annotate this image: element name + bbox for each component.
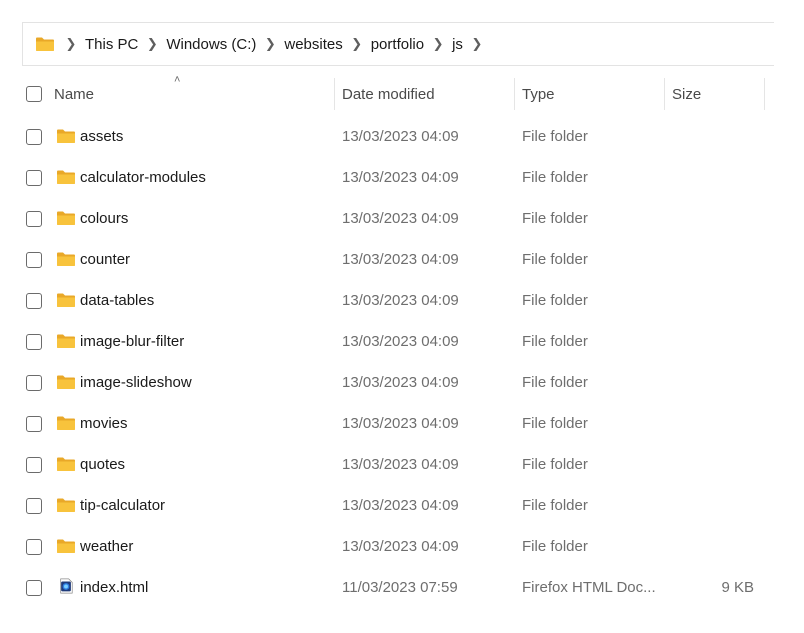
chevron-right-icon[interactable]: ❯ bbox=[428, 36, 448, 52]
row-checkbox[interactable] bbox=[26, 539, 42, 555]
file-type: File folder bbox=[522, 292, 588, 309]
folder-icon bbox=[57, 334, 75, 348]
file-type: File folder bbox=[522, 251, 588, 268]
row-checkbox[interactable] bbox=[26, 170, 42, 186]
file-name[interactable]: assets bbox=[80, 128, 123, 145]
breadcrumb-windows-c[interactable]: Windows (C:) bbox=[162, 36, 260, 53]
column-divider[interactable] bbox=[664, 78, 665, 110]
file-name[interactable]: image-slideshow bbox=[80, 374, 192, 391]
folder-icon bbox=[57, 498, 75, 512]
table-row[interactable]: movies 13/03/2023 04:09 File folder bbox=[22, 403, 782, 444]
row-checkbox[interactable] bbox=[26, 334, 42, 350]
folder-icon bbox=[57, 375, 75, 389]
row-checkbox[interactable] bbox=[26, 211, 42, 227]
breadcrumb-websites[interactable]: websites bbox=[280, 36, 346, 53]
row-checkbox[interactable] bbox=[26, 580, 42, 596]
table-row[interactable]: tip-calculator 13/03/2023 04:09 File fol… bbox=[22, 485, 782, 526]
row-checkbox[interactable] bbox=[26, 293, 42, 309]
file-name[interactable]: colours bbox=[80, 210, 128, 227]
file-date-modified: 13/03/2023 04:09 bbox=[342, 538, 459, 555]
file-name[interactable]: quotes bbox=[80, 456, 125, 473]
table-row[interactable]: weather 13/03/2023 04:09 File folder bbox=[22, 526, 782, 567]
row-checkbox[interactable] bbox=[26, 416, 42, 432]
folder-icon bbox=[57, 293, 75, 307]
table-row[interactable]: data-tables 13/03/2023 04:09 File folder bbox=[22, 280, 782, 321]
table-row[interactable]: index.html 11/03/2023 07:59 Firefox HTML… bbox=[22, 567, 782, 608]
html-file-icon bbox=[60, 578, 73, 594]
address-bar[interactable]: ❯ This PC ❯ Windows (C:) ❯ websites ❯ po… bbox=[22, 22, 774, 66]
file-explorer: ❯ This PC ❯ Windows (C:) ❯ websites ❯ po… bbox=[0, 0, 804, 633]
folder-icon bbox=[57, 539, 75, 553]
file-date-modified: 13/03/2023 04:09 bbox=[342, 169, 459, 186]
folder-icon bbox=[57, 170, 75, 184]
column-divider[interactable] bbox=[764, 78, 765, 110]
file-name[interactable]: tip-calculator bbox=[80, 497, 165, 514]
folder-icon bbox=[57, 252, 75, 266]
file-type: Firefox HTML Doc... bbox=[522, 579, 656, 596]
column-divider[interactable] bbox=[334, 78, 335, 110]
column-header-size[interactable]: Size bbox=[672, 86, 701, 103]
file-type: File folder bbox=[522, 374, 588, 391]
file-type: File folder bbox=[522, 538, 588, 555]
column-header-name[interactable]: Name bbox=[54, 86, 94, 103]
file-date-modified: 11/03/2023 07:59 bbox=[342, 579, 458, 596]
chevron-right-icon[interactable]: ❯ bbox=[467, 36, 487, 52]
file-date-modified: 13/03/2023 04:09 bbox=[342, 251, 459, 268]
file-date-modified: 13/03/2023 04:09 bbox=[342, 497, 459, 514]
select-all-checkbox[interactable] bbox=[26, 86, 42, 102]
breadcrumb-this-pc[interactable]: This PC bbox=[81, 36, 142, 53]
chevron-right-icon[interactable]: ❯ bbox=[260, 36, 280, 52]
file-type: File folder bbox=[522, 169, 588, 186]
file-name[interactable]: movies bbox=[80, 415, 128, 432]
folder-icon bbox=[57, 129, 75, 143]
table-row[interactable]: assets 13/03/2023 04:09 File folder bbox=[22, 116, 782, 157]
file-type: File folder bbox=[522, 497, 588, 514]
table-row[interactable]: colours 13/03/2023 04:09 File folder bbox=[22, 198, 782, 239]
file-size: 9 KB bbox=[721, 579, 754, 596]
row-checkbox[interactable] bbox=[26, 252, 42, 268]
folder-icon bbox=[57, 211, 75, 225]
file-name[interactable]: counter bbox=[80, 251, 130, 268]
chevron-right-icon[interactable]: ❯ bbox=[142, 36, 162, 52]
table-row[interactable]: image-blur-filter 13/03/2023 04:09 File … bbox=[22, 321, 782, 362]
column-divider[interactable] bbox=[514, 78, 515, 110]
file-date-modified: 13/03/2023 04:09 bbox=[342, 415, 459, 432]
file-date-modified: 13/03/2023 04:09 bbox=[342, 456, 459, 473]
row-checkbox[interactable] bbox=[26, 457, 42, 473]
file-type: File folder bbox=[522, 333, 588, 350]
breadcrumb-js[interactable]: js bbox=[448, 36, 467, 53]
column-header-date-modified[interactable]: Date modified bbox=[342, 86, 435, 103]
file-list: assets 13/03/2023 04:09 File folder calc… bbox=[22, 116, 782, 608]
file-date-modified: 13/03/2023 04:09 bbox=[342, 333, 459, 350]
table-row[interactable]: quotes 13/03/2023 04:09 File folder bbox=[22, 444, 782, 485]
file-type: File folder bbox=[522, 415, 588, 432]
file-type: File folder bbox=[522, 128, 588, 145]
row-checkbox[interactable] bbox=[26, 498, 42, 514]
sort-ascending-icon: ˄ bbox=[174, 74, 181, 86]
file-name[interactable]: weather bbox=[80, 538, 133, 555]
chevron-right-icon: ❯ bbox=[65, 36, 77, 51]
file-date-modified: 13/03/2023 04:09 bbox=[342, 292, 459, 309]
column-header-type[interactable]: Type bbox=[522, 86, 555, 103]
column-header-row: ˄ Name Date modified Type Size bbox=[22, 74, 782, 114]
folder-icon bbox=[57, 457, 75, 471]
row-checkbox[interactable] bbox=[26, 129, 42, 145]
folder-icon bbox=[57, 416, 75, 430]
file-name[interactable]: index.html bbox=[80, 579, 148, 596]
row-checkbox[interactable] bbox=[26, 375, 42, 391]
file-date-modified: 13/03/2023 04:09 bbox=[342, 374, 459, 391]
file-type: File folder bbox=[522, 456, 588, 473]
table-row[interactable]: image-slideshow 13/03/2023 04:09 File fo… bbox=[22, 362, 782, 403]
file-date-modified: 13/03/2023 04:09 bbox=[342, 128, 459, 145]
folder-icon bbox=[36, 37, 54, 51]
file-name[interactable]: image-blur-filter bbox=[80, 333, 184, 350]
file-name[interactable]: data-tables bbox=[80, 292, 154, 309]
table-row[interactable]: counter 13/03/2023 04:09 File folder bbox=[22, 239, 782, 280]
file-date-modified: 13/03/2023 04:09 bbox=[342, 210, 459, 227]
breadcrumb-portfolio[interactable]: portfolio bbox=[367, 36, 428, 53]
table-row[interactable]: calculator-modules 13/03/2023 04:09 File… bbox=[22, 157, 782, 198]
chevron-right-icon[interactable]: ❯ bbox=[347, 36, 367, 52]
file-name[interactable]: calculator-modules bbox=[80, 169, 206, 186]
file-type: File folder bbox=[522, 210, 588, 227]
